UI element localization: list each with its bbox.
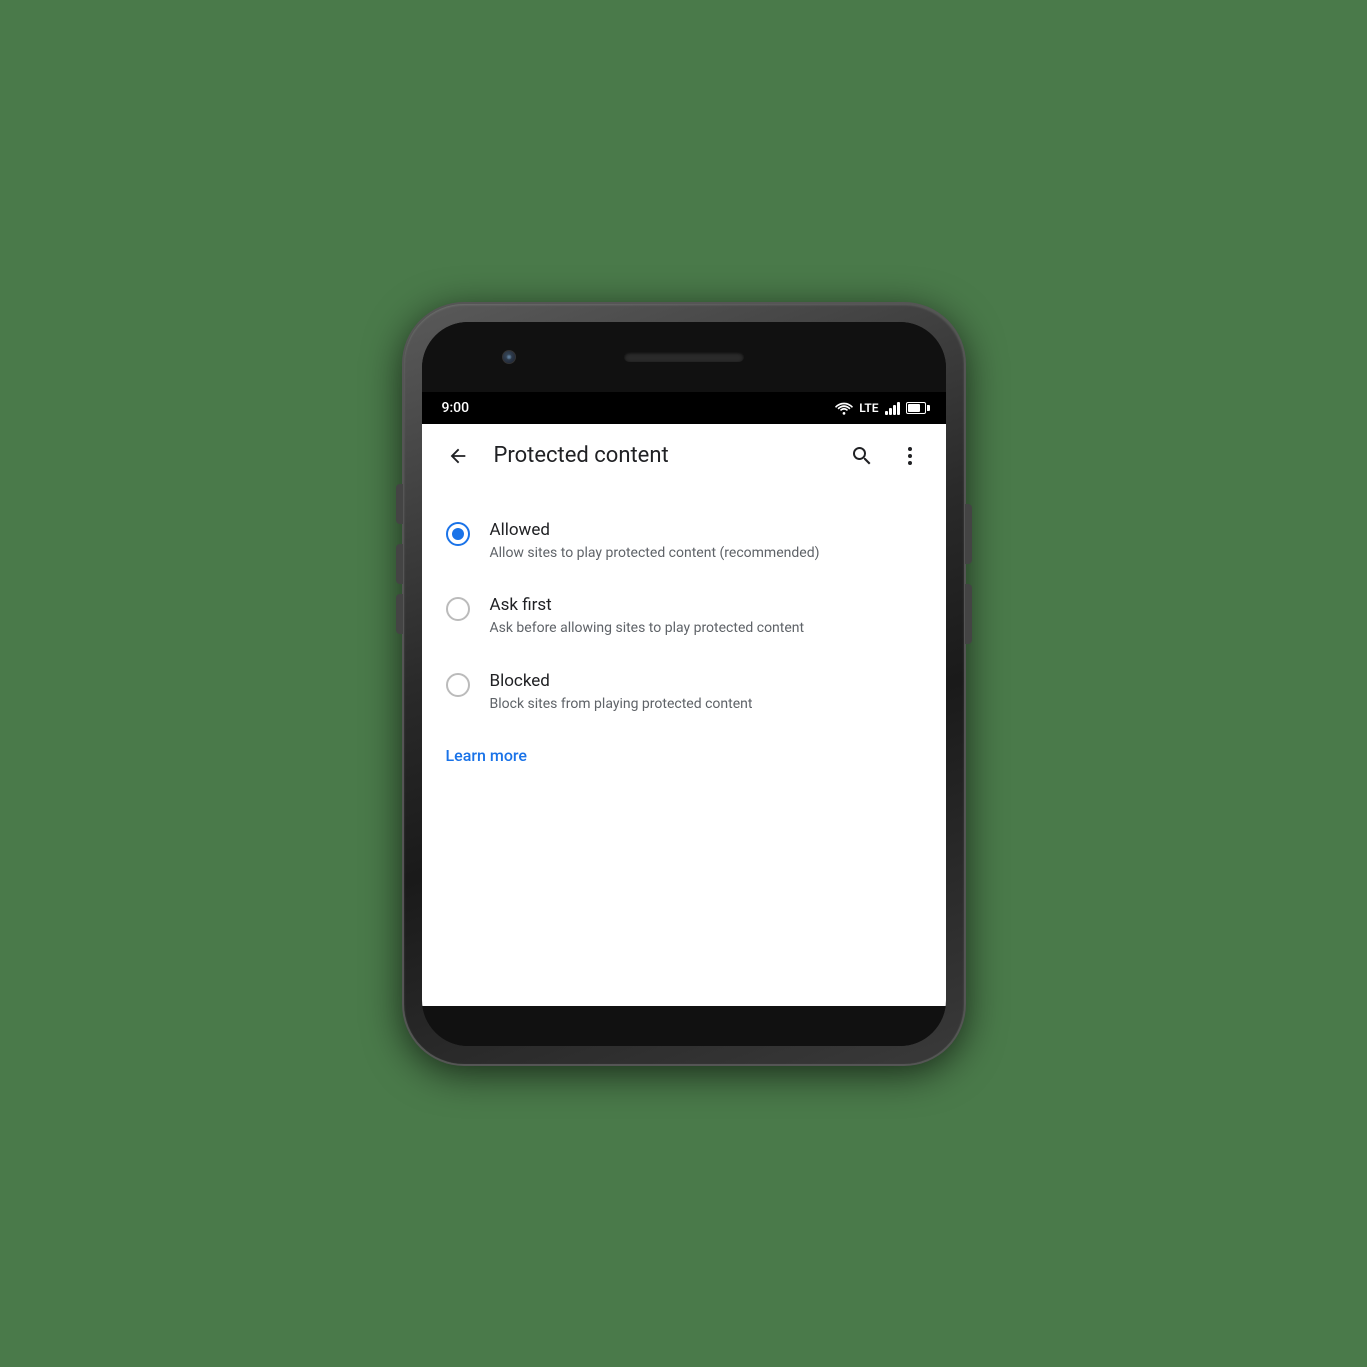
radio-allowed[interactable] (446, 522, 470, 546)
bottom-bezel (422, 1006, 946, 1046)
option-blocked-title: Blocked (490, 671, 753, 691)
search-icon (850, 444, 874, 468)
phone-device: 9:00 LTE (404, 304, 964, 1064)
option-blocked[interactable]: Blocked Block sites from playing protect… (422, 655, 946, 731)
top-bezel (422, 322, 946, 392)
option-allowed-text: Allowed Allow sites to play protected co… (490, 520, 820, 564)
option-allowed-desc: Allow sites to play protected content (r… (490, 544, 820, 564)
status-icons: LTE (835, 401, 925, 415)
back-arrow-icon (447, 445, 469, 467)
radio-allowed-fill (452, 528, 464, 540)
option-blocked-desc: Block sites from playing protected conte… (490, 695, 753, 715)
wifi-icon (835, 401, 853, 415)
phone-screen: 9:00 LTE (422, 322, 946, 1046)
more-options-icon (898, 444, 922, 468)
status-time: 9:00 (442, 400, 470, 416)
screen-content: Protected content (422, 424, 946, 1006)
lte-label: LTE (859, 401, 878, 415)
radio-blocked[interactable] (446, 673, 470, 697)
options-list: Allowed Allow sites to play protected co… (422, 488, 946, 1006)
status-bar: 9:00 LTE (422, 392, 946, 424)
option-ask-first-desc: Ask before allowing sites to play protec… (490, 619, 805, 639)
option-allowed[interactable]: Allowed Allow sites to play protected co… (422, 504, 946, 580)
option-allowed-title: Allowed (490, 520, 820, 540)
option-ask-first[interactable]: Ask first Ask before allowing sites to p… (422, 579, 946, 655)
toolbar-icons (842, 436, 930, 476)
more-options-button[interactable] (890, 436, 930, 476)
app-bar: Protected content (422, 424, 946, 488)
radio-ask-first[interactable] (446, 597, 470, 621)
option-ask-first-title: Ask first (490, 595, 805, 615)
earpiece-speaker (624, 352, 744, 362)
signal-icon (885, 401, 900, 415)
battery-icon (906, 402, 926, 414)
learn-more-link[interactable]: Learn more (422, 730, 946, 781)
back-button[interactable] (438, 436, 478, 476)
option-blocked-text: Blocked Block sites from playing protect… (490, 671, 753, 715)
option-ask-first-text: Ask first Ask before allowing sites to p… (490, 595, 805, 639)
search-button[interactable] (842, 436, 882, 476)
front-camera (502, 350, 516, 364)
page-title: Protected content (494, 443, 826, 468)
